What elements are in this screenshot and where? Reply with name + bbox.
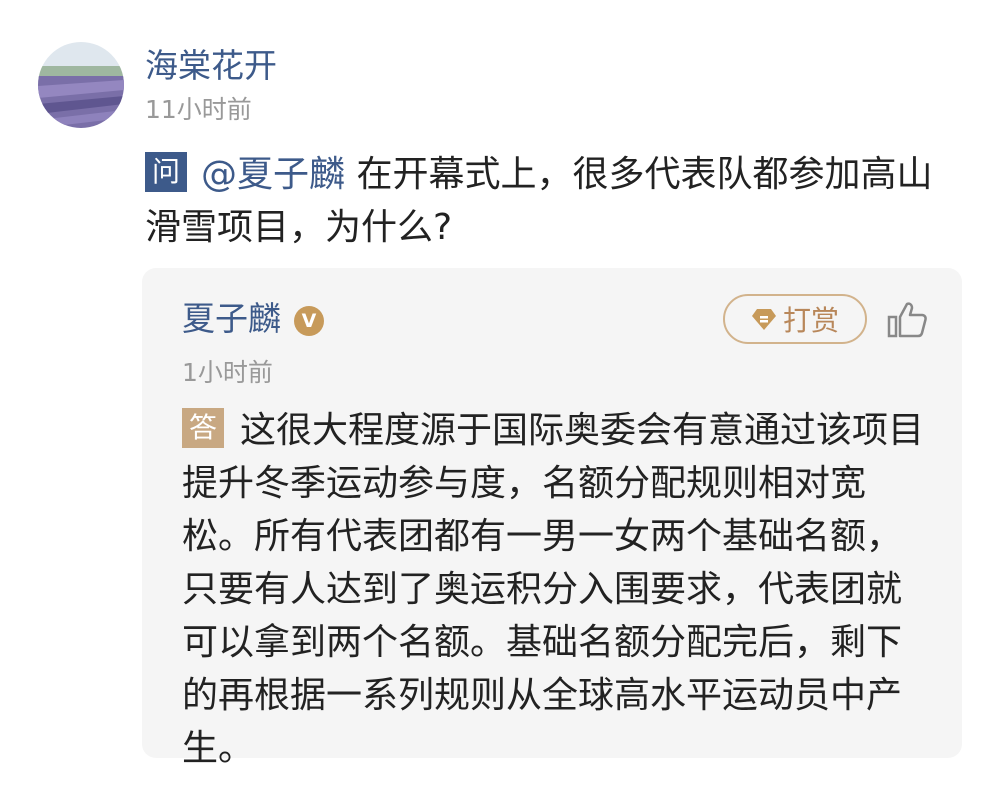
tip-button-label: 打赏 bbox=[782, 304, 839, 337]
avatar[interactable] bbox=[38, 42, 124, 128]
gem-icon bbox=[751, 309, 776, 330]
thumbs-up-icon bbox=[887, 302, 927, 338]
tip-button[interactable]: 打赏 bbox=[723, 294, 867, 344]
post-timestamp: 11小时前 bbox=[145, 95, 252, 124]
lavender-field-avatar-icon bbox=[38, 42, 124, 128]
verified-badge-icon: V bbox=[294, 306, 324, 336]
answer-author-name[interactable]: 夏子麟 bbox=[182, 295, 281, 343]
answer-body: 这很大程度源于国际奥委会有意通过该项目提升冬季运动参与度，名额分配规则相对宽松。… bbox=[182, 410, 925, 769]
like-button[interactable] bbox=[886, 300, 928, 340]
answer-card: 夏子麟 V 打赏 1小时前 答这很大程度源于国际奥委会有意通过该项目提升冬季运动… bbox=[142, 268, 962, 769]
mention-link[interactable]: @夏子麟 bbox=[201, 154, 345, 195]
question-text: 问 @夏子麟 在开幕式上，很多代表队都参加高山滑雪项目，为什么? bbox=[145, 148, 960, 254]
question-badge: 问 bbox=[145, 152, 188, 192]
answer-badge: 答 bbox=[182, 408, 225, 448]
answer-timestamp: 1小时前 bbox=[182, 358, 273, 387]
post-author-name[interactable]: 海棠花开 bbox=[145, 44, 277, 88]
answer-text: 答这很大程度源于国际奥委会有意通过该项目提升冬季运动参与度，名额分配规则相对宽松… bbox=[182, 404, 934, 775]
